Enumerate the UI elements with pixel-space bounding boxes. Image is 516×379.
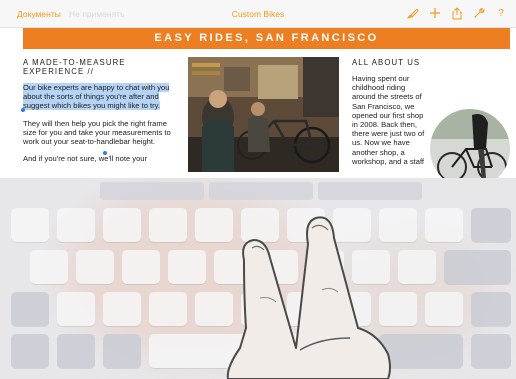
selection-start-handle[interactable] — [21, 108, 25, 112]
wrench-icon[interactable] — [472, 5, 486, 21]
left-column: A MADE-TO-MEASURE EXPERIENCE // Our bike… — [21, 58, 178, 163]
paragraph-1[interactable]: Our bike experts are happy to chat with … — [23, 83, 178, 111]
selection-end-handle[interactable] — [103, 151, 107, 155]
right-paragraph[interactable]: Having spent our childhood riding around… — [352, 74, 430, 166]
bike-shop-photo[interactable] — [188, 57, 339, 172]
paintbrush-icon[interactable] — [406, 5, 420, 21]
help-label: ? — [498, 7, 504, 19]
onscreen-keyboard[interactable] — [0, 178, 516, 379]
banner: EASY RIDES, SAN FRANCISCO — [23, 28, 510, 49]
toolbar: Документы Не применять Custom Bikes ? — [0, 0, 516, 28]
left-heading-line2: EXPERIENCE // — [23, 67, 95, 76]
plus-icon[interactable] — [428, 5, 442, 21]
toolbar-tools: ? — [406, 5, 508, 21]
banner-title: EASY RIDES, SAN FRANCISCO — [154, 32, 379, 44]
share-icon[interactable] — [450, 5, 464, 21]
two-finger-hand — [226, 216, 391, 379]
selected-text[interactable]: Our bike experts are happy to chat with … — [23, 83, 170, 111]
help-icon[interactable]: ? — [494, 5, 508, 21]
paragraph-3[interactable]: And if you're not sure, we'll note your — [23, 154, 178, 163]
document-canvas[interactable]: EASY RIDES, SAN FRANCISCO A MADE-TO-MEAS… — [0, 28, 516, 178]
left-heading-line1: A MADE-TO-MEASURE — [23, 58, 126, 67]
right-heading: ALL ABOUT US — [352, 58, 421, 67]
paragraph-2[interactable]: They will then help you pick the right f… — [23, 119, 178, 147]
